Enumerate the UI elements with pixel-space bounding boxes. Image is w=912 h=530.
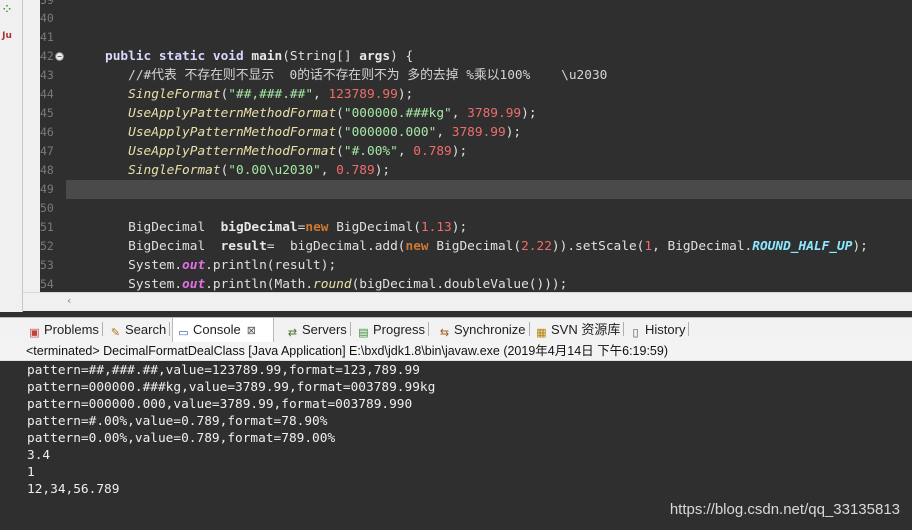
- current-line-highlight: [66, 180, 912, 199]
- watermark: https://blog.csdn.net/qq_33135813: [669, 501, 900, 518]
- junit-icon[interactable]: Ju: [0, 30, 14, 42]
- line-number: 41: [40, 30, 54, 44]
- code-line: SingleFormat("##,###.##", 123789.99);: [128, 87, 414, 102]
- synchronize-icon: ⇆: [439, 327, 450, 339]
- tab-servers[interactable]: ⇄ Servers: [282, 318, 351, 342]
- code-line: BigDecimal bigDecimal=new BigDecimal(1.1…: [128, 220, 468, 235]
- java-perspective-icon[interactable]: ⁘: [0, 4, 14, 16]
- tab-console[interactable]: ▭ Console ⊠: [172, 318, 274, 342]
- tab-problems[interactable]: ▣ Problems: [24, 318, 103, 342]
- scroll-left-icon[interactable]: ‹: [67, 294, 71, 307]
- console-line: 1: [27, 465, 35, 480]
- tab-synchronize[interactable]: ⇆ Synchronize: [434, 318, 530, 342]
- editor-horizontal-scrollbar[interactable]: ‹: [23, 292, 912, 311]
- tab-search[interactable]: ✎ Search: [105, 318, 171, 342]
- console-line: pattern=#.00%,value=0.789,format=78.90%: [27, 414, 328, 429]
- line-number: 50: [40, 201, 54, 215]
- console-icon: ▭: [178, 327, 189, 339]
- problems-icon: ▣: [29, 327, 40, 339]
- console-margin: [0, 362, 22, 530]
- code-line: SingleFormat("0.00\u2030", 0.789);: [128, 163, 391, 178]
- console-line: 12,34,56.789: [27, 482, 120, 497]
- svn-icon: ▦: [536, 327, 547, 339]
- console-line: pattern=0.00%,value=0.789,format=789.00%: [27, 431, 336, 446]
- code-line: UseApplyPatternMethodFormat("000000.###k…: [128, 106, 537, 121]
- close-icon[interactable]: ⊠: [247, 325, 256, 337]
- code-line: public static void main(String[] args) {: [105, 49, 414, 64]
- line-number: 49: [40, 182, 54, 196]
- views-tab-bar: ▣ Problems ✎ Search ▭ Console ⊠ ⇄ Servers ▤ Pr…: [0, 317, 912, 343]
- code-line: //#代表 不存在则不显示 0的话不存在则不为 多的去掉 %乘以100% \u2…: [128, 68, 608, 83]
- tab-history[interactable]: ▯ History: [625, 318, 690, 342]
- tab-svn[interactable]: ▦ SVN 资源库: [531, 318, 625, 342]
- code-line: System.out.println(Math.round(bigDecimal…: [105, 277, 568, 292]
- code-line: BigDecimal result= bigDecimal.add(new Bi…: [128, 239, 868, 254]
- code-line: System.out.println(result);: [105, 258, 337, 273]
- console-line: pattern=000000.###kg,value=3789.99,forma…: [27, 380, 436, 395]
- console-status-line: <terminated> DecimalFormatDealClass [Jav…: [0, 342, 912, 361]
- code-editor[interactable]: 39 40 41 42 43 44 45 46 47 48 49 50 51 5…: [23, 0, 912, 292]
- code-line: UseApplyPatternMethodFormat("#.00%", 0.7…: [128, 144, 468, 159]
- left-toolbar: ⁘ Ju: [0, 0, 23, 312]
- servers-icon: ⇄: [287, 327, 298, 339]
- code-line: UseApplyPatternMethodFormat("000000.000"…: [128, 125, 522, 140]
- console-line: pattern=000000.000,value=3789.99,format=…: [27, 397, 413, 412]
- history-icon: ▯: [632, 327, 639, 339]
- tab-progress[interactable]: ▤ Progress: [353, 318, 430, 342]
- line-number: 40: [40, 11, 54, 25]
- console-line: pattern=##,###.##,value=123789.99,format…: [27, 363, 420, 378]
- console-line: 3.4: [27, 448, 51, 463]
- progress-icon: ▤: [358, 327, 369, 339]
- search-icon: ✎: [110, 327, 121, 339]
